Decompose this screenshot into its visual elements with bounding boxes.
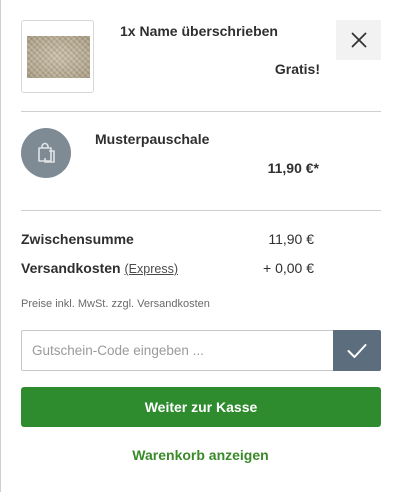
subtotal-value: 11,90 €	[268, 231, 314, 247]
shipping-label: Versandkosten	[21, 260, 121, 276]
subtotal-label: Zwischensumme	[21, 231, 134, 247]
line-item-name[interactable]: Musterpauschale	[95, 131, 209, 147]
divider	[21, 210, 381, 211]
product-thumbnail[interactable]	[21, 20, 94, 93]
tax-note: Preise inkl. MwSt. zzgl. Versandkosten	[21, 298, 210, 310]
shipping-value: + 0,00 €	[263, 260, 314, 276]
checkmark-icon	[347, 343, 367, 358]
voucher-submit-button[interactable]	[333, 330, 381, 371]
close-button[interactable]	[336, 20, 381, 60]
shipping-method-link[interactable]: (Express)	[125, 262, 178, 276]
shipping-label-row: Versandkosten (Express)	[21, 260, 178, 276]
divider	[21, 111, 381, 112]
shopping-bag-icon	[38, 142, 55, 163]
panel-left-border	[0, 0, 1, 492]
checkout-button[interactable]: Weiter zur Kasse	[21, 387, 381, 427]
voucher-code-input[interactable]	[21, 330, 334, 371]
product-image	[27, 36, 90, 78]
view-cart-link[interactable]: Warenkorb anzeigen	[0, 447, 401, 463]
line-item-price: 11,90 €*	[267, 160, 319, 176]
close-icon	[351, 32, 366, 48]
bundle-icon-circle	[21, 128, 71, 178]
line-item-name[interactable]: 1x Name überschrieben	[120, 23, 278, 39]
line-item-price: Gratis!	[274, 61, 320, 77]
